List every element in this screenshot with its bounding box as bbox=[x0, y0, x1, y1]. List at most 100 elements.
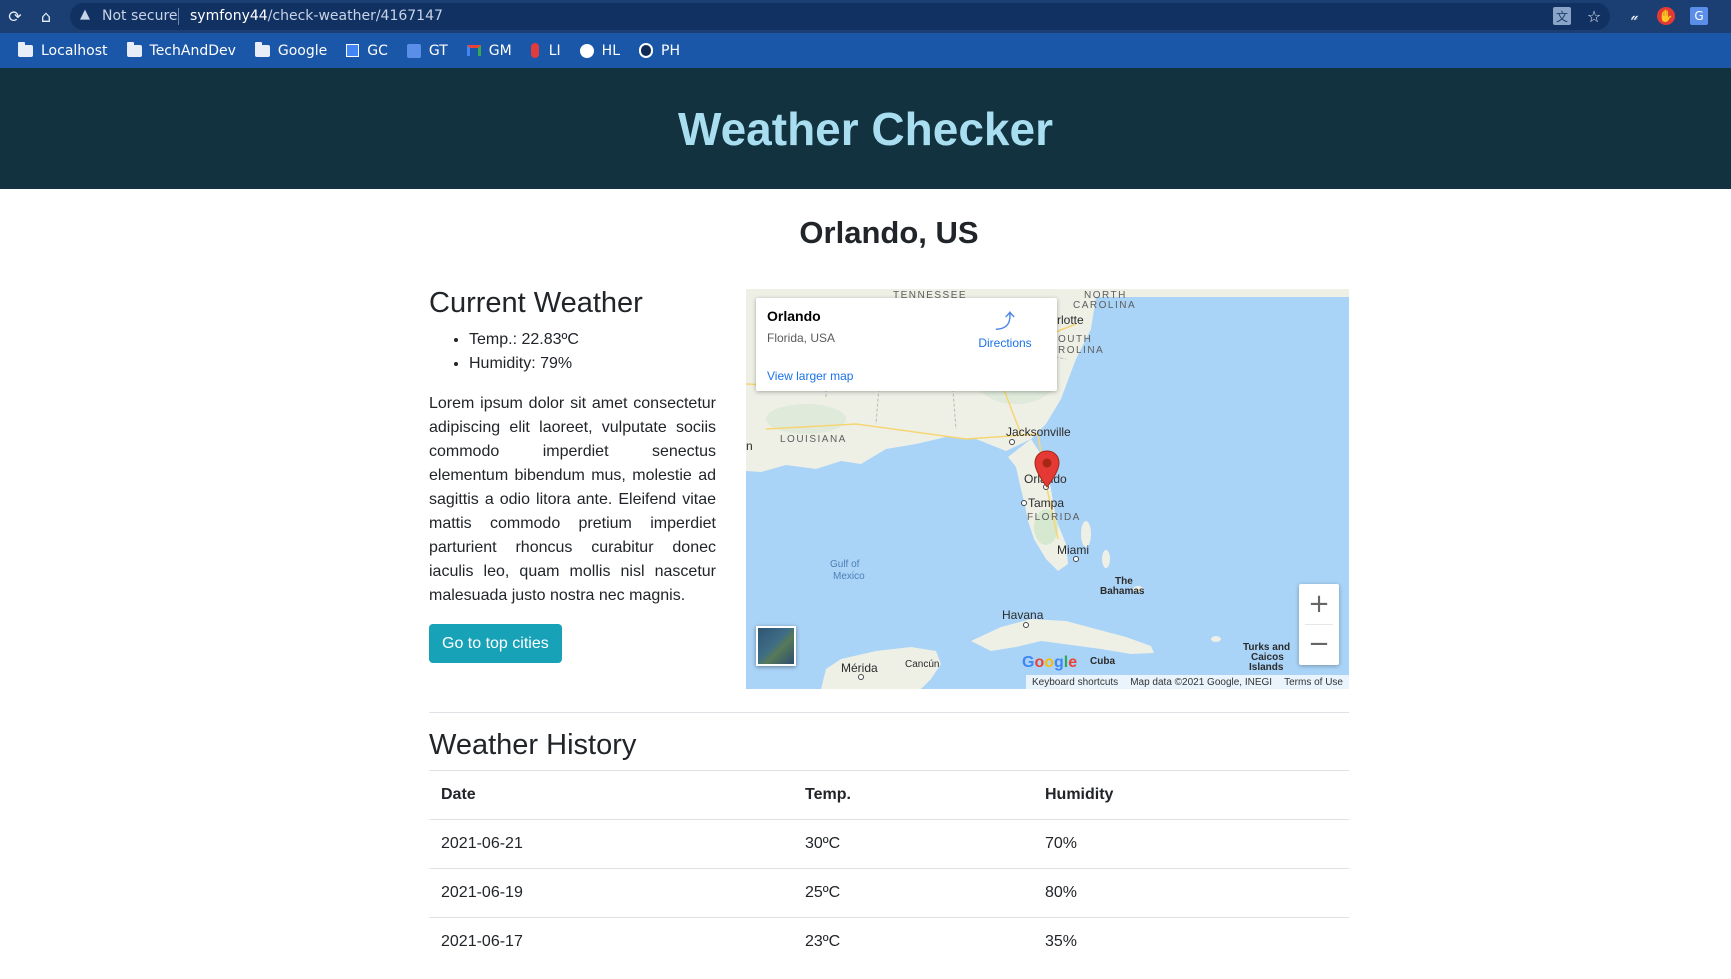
column-header-date: Date bbox=[429, 770, 793, 820]
google-logo-text: Google bbox=[1022, 654, 1077, 671]
url-host: symfony44 bbox=[190, 8, 268, 24]
city-marker-jacksonville bbox=[1009, 439, 1015, 445]
cell-temp: 23ºC bbox=[793, 917, 1033, 967]
bookmark-ph[interactable]: PH bbox=[639, 43, 680, 59]
map-label-louisiana: LOUISIANA bbox=[780, 434, 847, 445]
gmail-icon bbox=[466, 45, 481, 56]
bookmark-label: Localhost bbox=[41, 42, 108, 59]
city-title: Orlando, US bbox=[799, 215, 979, 250]
map-label-miami: Miami bbox=[1057, 543, 1089, 557]
adblock-icon[interactable]: ✋ bbox=[1657, 7, 1675, 25]
zoom-out-button[interactable]: − bbox=[1299, 624, 1339, 664]
folder-icon bbox=[254, 41, 270, 57]
terms-of-use-link[interactable]: Terms of Use bbox=[1278, 677, 1349, 688]
address-bar[interactable]: ▲ Not secure symfony44/check-weather/416… bbox=[70, 3, 1610, 30]
bookmark-label: TechAndDev bbox=[149, 42, 236, 59]
browser-toolbar: ⟳ ⌂ ▲ Not secure symfony44/check-weather… bbox=[0, 0, 1731, 33]
map-data-text: Map data ©2021 Google, INEGI bbox=[1130, 676, 1273, 688]
bookmark-gt[interactable]: GT bbox=[406, 42, 448, 59]
bookmark-label: Google bbox=[277, 42, 328, 59]
description-text: Lorem ipsum dolor sit amet consectetur a… bbox=[429, 395, 716, 604]
bookmark-label: GT bbox=[428, 42, 448, 59]
cell-humidity: 70% bbox=[1033, 819, 1349, 869]
url-path: /check-weather/4167147 bbox=[267, 8, 443, 24]
translate-page-icon[interactable]: 文 bbox=[1553, 7, 1571, 25]
reload-icon[interactable]: ⟳ bbox=[4, 5, 26, 27]
zoom-in-button[interactable]: + bbox=[1299, 584, 1339, 624]
bookmark-label: HL bbox=[601, 42, 620, 59]
directions-icon: ⤴ bbox=[995, 309, 1015, 333]
google-logo-letter: e bbox=[1068, 654, 1078, 671]
folder-icon bbox=[18, 41, 33, 57]
google-translate-extension-icon[interactable]: G bbox=[1690, 7, 1708, 25]
cell-date: 2021-06-19 bbox=[429, 868, 793, 918]
satellite-toggle-button[interactable] bbox=[756, 626, 796, 666]
location-pin-icon[interactable] bbox=[1034, 450, 1060, 488]
globe-icon bbox=[579, 43, 594, 58]
bookmark-label: GC bbox=[367, 42, 388, 59]
home-icon[interactable]: ⌂ bbox=[35, 5, 57, 27]
bookmark-star-icon[interactable]: ☆ bbox=[1585, 7, 1603, 26]
bookmark-techanddev[interactable]: TechAndDev bbox=[126, 41, 236, 59]
site-title: Weather Checker bbox=[678, 102, 1053, 155]
google-translate-icon bbox=[406, 43, 421, 58]
map-attribution: Keyboard shortcuts Map data ©2021 Google… bbox=[1026, 675, 1349, 689]
city-marker-tampa bbox=[1021, 500, 1027, 506]
google-logo-letter: o bbox=[1044, 654, 1055, 671]
table-row: 2021-06-21 30ºC 70% bbox=[429, 819, 1349, 869]
temperature-item: Temp.: 22.83ºC bbox=[469, 328, 716, 352]
current-weather-section: Current Weather Temp.: 22.83ºC Humidity:… bbox=[429, 287, 716, 663]
cell-date: 2021-06-21 bbox=[429, 819, 793, 869]
bookmark-gc[interactable]: GC bbox=[346, 43, 388, 59]
humidity-item: Humidity: 79% bbox=[469, 352, 716, 376]
map-label-cuba: Cuba bbox=[1090, 656, 1115, 667]
table-row: 2021-06-19 25ºC 80% bbox=[429, 868, 1349, 918]
bookmark-localhost[interactable]: Localhost bbox=[18, 41, 108, 59]
map-label-charlotte: rlotte bbox=[1057, 313, 1084, 327]
section-divider bbox=[429, 712, 1349, 713]
bookmark-ph-icon bbox=[639, 43, 653, 58]
site-header: Weather Checker bbox=[0, 68, 1731, 189]
map-label-gulf: Gulf of bbox=[830, 559, 860, 570]
place-info-card: Orlando Florida, USA View larger map ⤴ D… bbox=[756, 298, 1057, 391]
map-label-havana: Havana bbox=[1002, 608, 1044, 622]
place-address: Florida, USA bbox=[767, 331, 836, 345]
map-label-turks-3: Islands bbox=[1249, 662, 1284, 673]
cell-date: 2021-06-17 bbox=[429, 917, 793, 967]
map-label-carolina-south: ROLINA bbox=[1058, 345, 1105, 356]
warning-icon[interactable]: ▲ bbox=[80, 7, 90, 22]
zoom-controls: + − bbox=[1299, 584, 1339, 665]
bookmark-hl[interactable]: HL bbox=[579, 42, 620, 59]
map-embed[interactable]: TENNESSEE NORTH CAROLINA rlotte OUTH ROL… bbox=[746, 289, 1349, 689]
security-label[interactable]: Not secure bbox=[102, 8, 178, 24]
cell-temp: 30ºC bbox=[793, 819, 1033, 869]
keyboard-shortcuts-link[interactable]: Keyboard shortcuts bbox=[1026, 677, 1124, 688]
bookmark-li[interactable]: LI bbox=[530, 43, 561, 59]
directions-label: Directions bbox=[978, 336, 1032, 350]
city-marker-merida bbox=[858, 674, 864, 680]
view-larger-map-link[interactable]: View larger map bbox=[767, 369, 853, 383]
top-cities-button[interactable]: Go to top cities bbox=[429, 624, 562, 663]
url-text[interactable]: symfony44/check-weather/4167147 bbox=[190, 8, 443, 24]
google-calendar-icon bbox=[346, 44, 360, 57]
map-label-mexico: Mexico bbox=[833, 571, 865, 582]
column-header-temp: Temp. bbox=[793, 770, 1033, 820]
bookmark-gm[interactable]: GM bbox=[466, 43, 512, 59]
map-label-edge: n bbox=[746, 439, 753, 453]
map-label-south: OUTH bbox=[1058, 334, 1093, 345]
cell-humidity: 35% bbox=[1033, 917, 1349, 967]
bookmark-label: PH bbox=[661, 42, 680, 59]
weather-history-table: Date Temp. Humidity 2021-06-21 30ºC 70% … bbox=[429, 770, 1349, 967]
bookmark-google[interactable]: Google bbox=[254, 41, 328, 59]
weather-metrics-list: Temp.: 22.83ºC Humidity: 79% bbox=[429, 328, 716, 376]
directions-button[interactable]: ⤴ Directions bbox=[975, 310, 1035, 350]
cell-temp: 25ºC bbox=[793, 868, 1033, 918]
extension-u-icon[interactable]: 𝓊 bbox=[1625, 7, 1643, 25]
map-label-cancun: Cancún bbox=[905, 659, 940, 670]
map-label-bahamas-2: Bahamas bbox=[1100, 586, 1145, 597]
google-logo-letter: G bbox=[1022, 654, 1035, 671]
current-weather-heading: Current Weather bbox=[429, 287, 643, 319]
city-marker-miami bbox=[1073, 556, 1079, 562]
place-name: Orlando bbox=[767, 308, 821, 324]
map-label-carolina-north: CAROLINA bbox=[1073, 300, 1137, 311]
